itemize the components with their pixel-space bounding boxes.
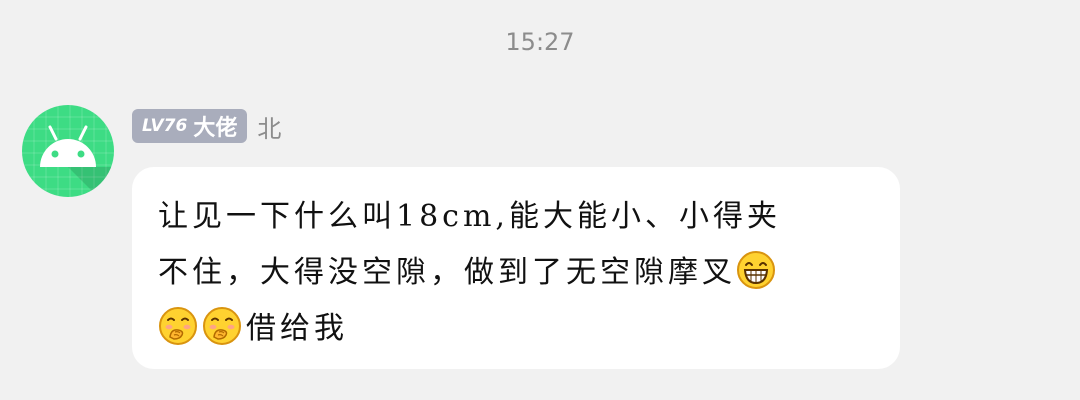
message-line-3: 借给我 <box>158 301 876 357</box>
message-line-2-text: 不住，大得没空隙，做到了无空隙摩叉 <box>158 255 736 290</box>
message-line-2: 不住，大得没空隙，做到了无空隙摩叉 <box>158 245 876 301</box>
level-badge-title: 大佬 <box>193 116 238 141</box>
level-badge-level: LV76 <box>142 116 188 136</box>
sender-info: LV76 大佬 北 <box>132 108 281 144</box>
message-bubble[interactable]: 让见一下什么叫18cm,能大能小、小得夹 不住，大得没空隙，做到了无空隙摩叉 借… <box>132 167 900 369</box>
grin-emoji-icon <box>736 250 776 290</box>
sender-nickname[interactable]: 北 <box>257 109 281 144</box>
message-line-3-text: 借给我 <box>246 311 348 346</box>
message-line-1: 让见一下什么叫18cm,能大能小、小得夹 <box>158 199 781 234</box>
level-badge: LV76 大佬 <box>132 109 248 143</box>
shy-covering-mouth-emoji-icon <box>158 306 198 346</box>
android-robot-icon <box>22 105 114 197</box>
shy-covering-mouth-emoji-icon <box>202 306 242 346</box>
message-timestamp: 15:27 <box>505 28 575 56</box>
sender-avatar[interactable] <box>22 105 114 197</box>
